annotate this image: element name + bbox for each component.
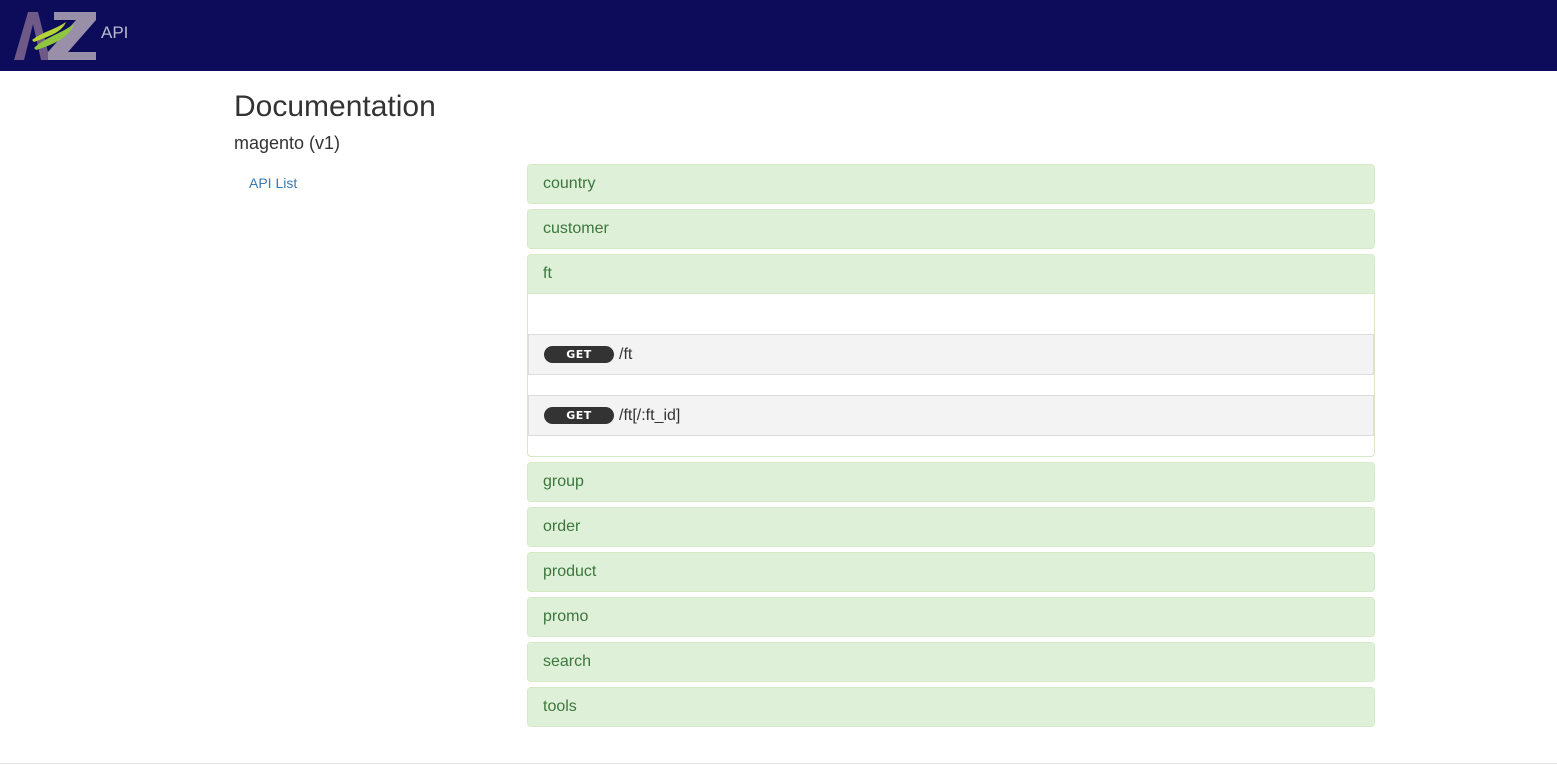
- group-body-ft: GET /ft GET /ft[/:ft_id]: [528, 293, 1374, 456]
- logo-suffix-label: API: [101, 23, 129, 42]
- method-badge: GET: [544, 346, 614, 363]
- page-title: Documentation: [234, 90, 436, 123]
- api-group-list: country customer ft GET /ft GET /ft[/:ft…: [527, 164, 1375, 732]
- group-heading-product[interactable]: product: [528, 553, 1374, 591]
- api-group-customer: customer: [527, 209, 1375, 249]
- api-group-group: group: [527, 462, 1375, 502]
- group-heading-ft[interactable]: ft: [528, 255, 1374, 293]
- api-group-country: country: [527, 164, 1375, 204]
- api-group-search: search: [527, 642, 1375, 682]
- top-navbar: API: [0, 0, 1557, 71]
- api-group-promo: promo: [527, 597, 1375, 637]
- method-badge: GET: [544, 407, 614, 424]
- api-group-ft: ft GET /ft GET /ft[/:ft_id]: [527, 254, 1375, 457]
- group-heading-customer[interactable]: customer: [528, 210, 1374, 248]
- api-group-tools: tools: [527, 687, 1375, 727]
- group-heading-country[interactable]: country: [528, 165, 1374, 203]
- footer-divider: [0, 763, 1557, 764]
- group-heading-tools[interactable]: tools: [528, 688, 1374, 726]
- endpoint-path: /ft[/:ft_id]: [619, 406, 681, 424]
- group-heading-promo[interactable]: promo: [528, 598, 1374, 636]
- group-heading-group[interactable]: group: [528, 463, 1374, 501]
- api-group-product: product: [527, 552, 1375, 592]
- sidebar-link-api-list[interactable]: API List: [249, 175, 297, 191]
- endpoint-row[interactable]: GET /ft: [528, 334, 1374, 375]
- group-heading-order[interactable]: order: [528, 508, 1374, 546]
- endpoint-path: /ft: [619, 345, 633, 363]
- group-heading-search[interactable]: search: [528, 643, 1374, 681]
- endpoint-row[interactable]: GET /ft[/:ft_id]: [528, 395, 1374, 436]
- az-logo[interactable]: [14, 10, 98, 62]
- api-group-order: order: [527, 507, 1375, 547]
- api-version-subtitle: magento (v1): [234, 133, 341, 153]
- sidebar-nav: API List: [249, 175, 297, 193]
